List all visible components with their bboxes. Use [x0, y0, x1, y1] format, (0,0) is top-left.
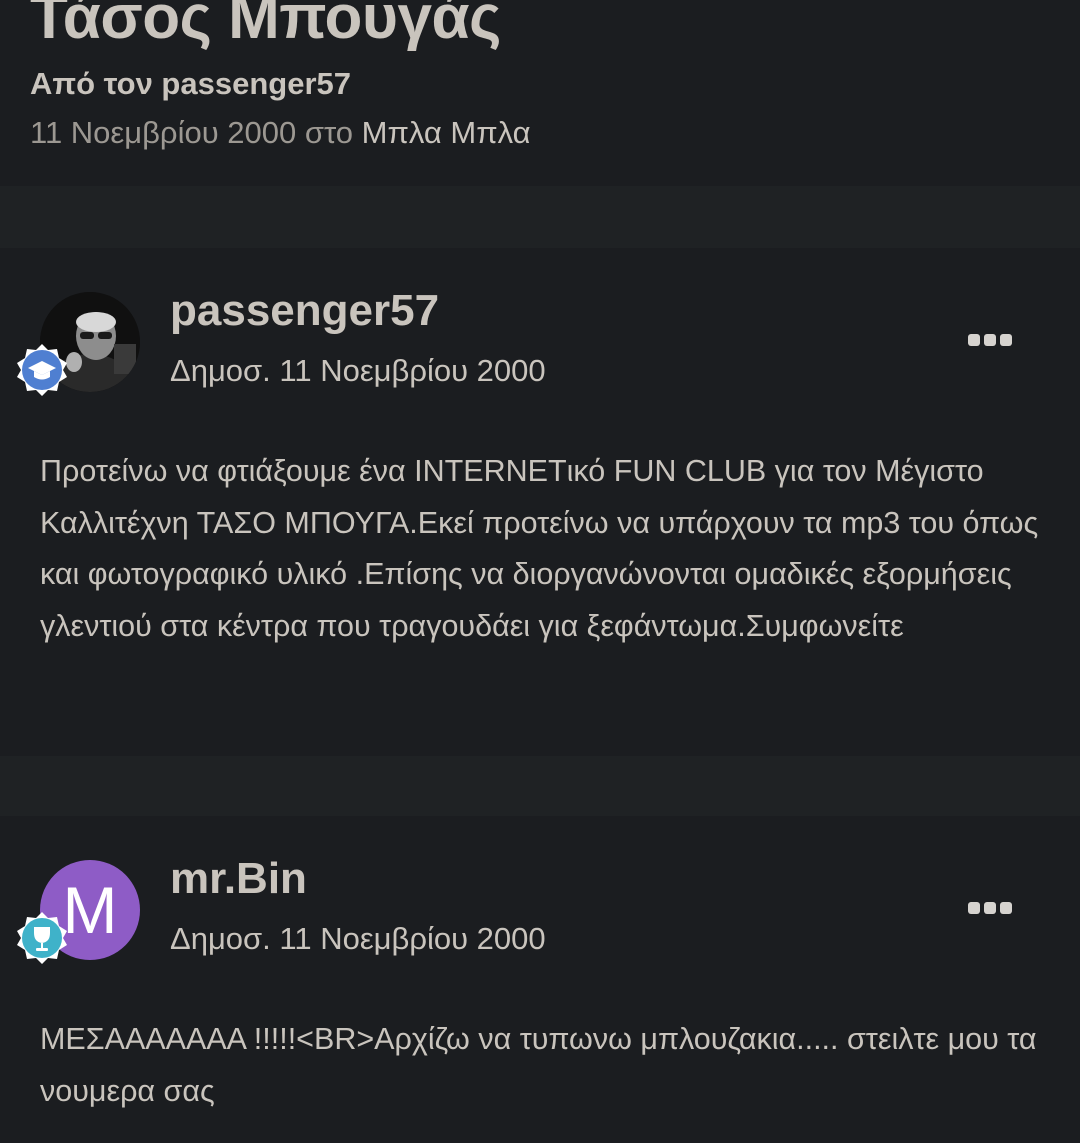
graduation-cap-icon — [17, 344, 67, 396]
topic-date: 11 Νοεμβρίου 2000 στο — [30, 115, 354, 150]
more-options-icon[interactable] — [968, 898, 1012, 918]
post-username[interactable]: mr.Bin — [170, 854, 307, 904]
wine-glass-icon — [17, 912, 67, 964]
forum-link[interactable]: Μπλα Μπλα — [362, 115, 531, 150]
topic-author[interactable]: Από τον passenger57 — [30, 66, 351, 102]
page-title: Τάσος Μπουγάς — [30, 0, 501, 52]
separator — [0, 756, 1080, 816]
separator — [0, 186, 1080, 248]
topic-meta: 11 Νοεμβρίου 2000 στο Μπλα Μπλα — [30, 115, 531, 151]
post: passenger57 Δημοσ. 11 Νοεμβρίου 2000 Προ… — [0, 248, 1080, 756]
rank-badge — [14, 910, 70, 966]
post-username[interactable]: passenger57 — [170, 286, 439, 336]
more-options-icon[interactable] — [968, 330, 1012, 350]
post-body: ΜΕΣΑΑΑΑΑΑΑ !!!!!<BR>Αρχίζω να τυπωνω μπλ… — [40, 1022, 1037, 1108]
rank-badge — [14, 342, 70, 398]
post-body: Προτείνω να φτιάξουμε ένα INTERNETικό FU… — [40, 454, 1039, 643]
post: M mr.Bin Δημοσ. 11 Νοεμβρίου 2000 ΜΕΣΑΑΑ… — [0, 816, 1080, 1143]
topic-header: Τάσος Μπουγάς Από τον passenger57 11 Νοε… — [0, 0, 1080, 186]
post-date: Δημοσ. 11 Νοεμβρίου 2000 — [170, 921, 546, 956]
post-date: Δημοσ. 11 Νοεμβρίου 2000 — [170, 353, 546, 388]
